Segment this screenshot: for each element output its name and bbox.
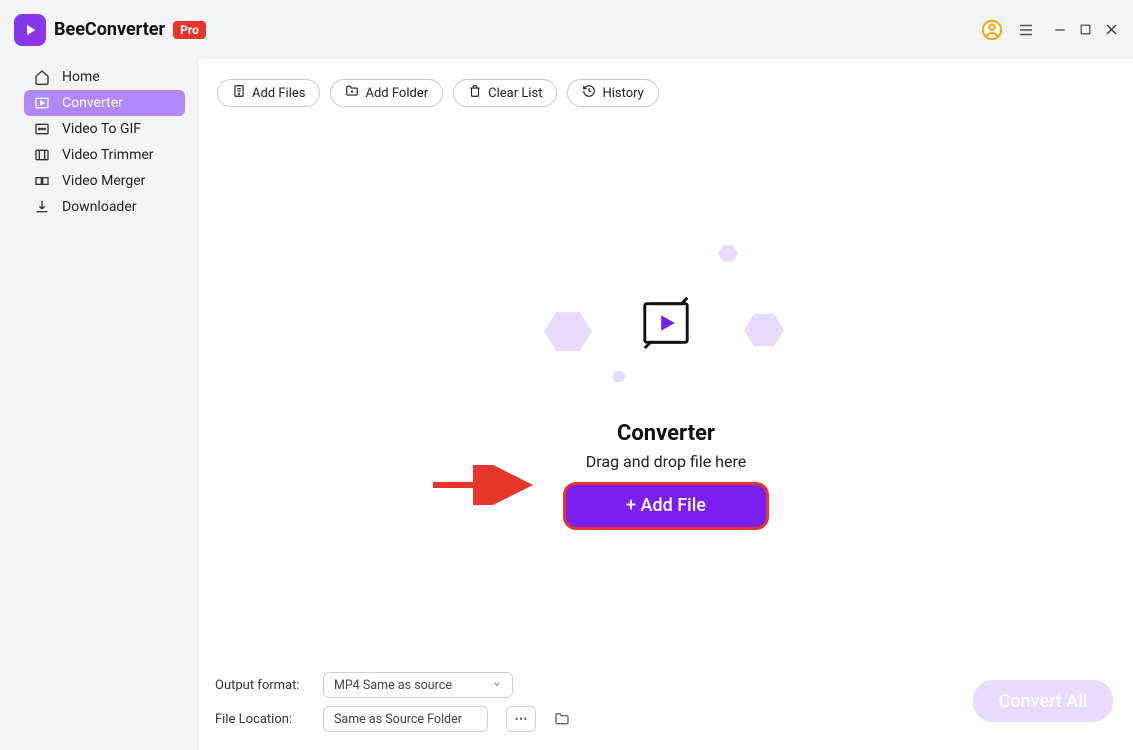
gif-icon [34,121,50,137]
folder-icon [554,711,570,727]
sidebar-item-label: Video Trimmer [62,147,154,163]
sidebar-item-label: Video To GIF [62,121,141,137]
sidebar-item-converter[interactable]: Converter [24,90,185,116]
sidebar-item-home[interactable]: Home [24,64,185,90]
add-files-button[interactable]: Add Files [217,79,320,107]
maximize-icon[interactable] [1079,23,1092,36]
trash-icon [468,84,482,102]
output-format-label: Output format: [215,678,305,693]
close-icon[interactable] [1104,22,1119,37]
main-panel: Add Files Add Folder Clear List History [199,59,1133,750]
folder-plus-icon [345,84,359,102]
sidebar: Home Converter Video To GIF Video Trimme… [0,59,199,750]
convert-all-button[interactable]: Convert All [973,680,1113,722]
output-format-value: MP4 Same as source [334,678,452,693]
output-format-select[interactable]: MP4 Same as source [323,672,513,698]
sidebar-item-video-merger[interactable]: Video Merger [24,168,185,194]
button-label: Add Folder [365,86,428,101]
home-icon [34,69,50,85]
file-plus-icon [232,84,246,102]
sidebar-item-label: Video Merger [62,173,145,189]
clear-list-button[interactable]: Clear List [453,79,557,107]
drop-area-title: Converter [617,421,715,446]
minimize-icon[interactable] [1053,23,1067,37]
chevron-down-icon [492,678,502,693]
merger-icon [34,173,50,189]
open-folder-button[interactable] [554,711,570,727]
drop-area[interactable]: Converter Drag and drop file here + Add … [199,107,1133,662]
download-icon [34,199,50,215]
button-label: Add Files [252,86,305,101]
button-label: History [602,86,643,101]
app-logo [14,14,46,46]
sidebar-item-label: Converter [62,95,123,111]
sidebar-item-video-to-gif[interactable]: Video To GIF [24,116,185,142]
convert-loop-icon [637,296,695,350]
drop-area-subtitle: Drag and drop file here [586,452,746,471]
toolbar: Add Files Add Folder Clear List History [199,59,1133,107]
history-icon [582,84,596,102]
sidebar-item-label: Home [62,69,100,85]
file-location-label: File Location: [215,712,305,727]
user-icon[interactable] [981,19,1003,41]
pro-badge: Pro [173,21,206,39]
history-button[interactable]: History [567,79,658,107]
add-file-button[interactable]: + Add File [566,485,766,527]
menu-icon[interactable] [1017,21,1035,39]
file-location-field: Same as Source Folder [323,706,488,732]
converter-illustration [556,243,776,403]
sidebar-item-downloader[interactable]: Downloader [24,194,185,220]
converter-icon [34,95,50,111]
sidebar-item-label: Downloader [62,199,137,215]
titlebar: BeeConverter Pro [0,0,1133,59]
add-folder-button[interactable]: Add Folder [330,79,443,107]
file-location-value: Same as Source Folder [334,712,462,727]
trimmer-icon [34,147,50,163]
sidebar-item-video-trimmer[interactable]: Video Trimmer [24,142,185,168]
button-label: Clear List [488,86,542,101]
app-name: BeeConverter [54,19,165,40]
file-location-more-button[interactable]: ⋯ [506,706,536,732]
